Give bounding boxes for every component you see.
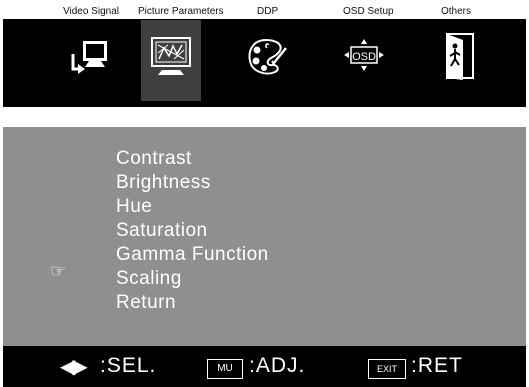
menu-item-return[interactable]: Return bbox=[116, 291, 269, 315]
tab-label-osd-setup[interactable]: OSD Setup bbox=[343, 6, 394, 17]
return-hint-label: :RET bbox=[411, 354, 463, 377]
menu-panel: ☞ Contrast Brightness Hue Saturation Gam… bbox=[3, 127, 526, 346]
tab-ddp[interactable] bbox=[237, 20, 297, 101]
tab-labels: Video Signal Picture Parameters DDP OSD … bbox=[0, 0, 529, 20]
tab-video-signal[interactable] bbox=[60, 20, 120, 101]
icon-bar: OSD bbox=[3, 19, 526, 107]
pointer-hand-icon: ☞ bbox=[50, 261, 67, 281]
footer-bar: ◀▶ :SEL. MU :ADJ. EXIT :RET bbox=[3, 346, 526, 387]
menu-item-hue[interactable]: Hue bbox=[116, 195, 269, 219]
left-right-arrows-icon: ◀▶ bbox=[60, 356, 88, 378]
select-hint-label: :SEL. bbox=[100, 354, 157, 377]
tab-picture-parameters[interactable] bbox=[141, 20, 201, 101]
menu-item-gamma-function[interactable]: Gamma Function bbox=[116, 243, 269, 267]
osd-icon: OSD bbox=[344, 39, 384, 71]
tab-others[interactable] bbox=[428, 20, 488, 101]
tab-label-video-signal[interactable]: Video Signal bbox=[63, 6, 119, 17]
menu-key-icon: MU bbox=[207, 359, 243, 379]
picture-icon bbox=[151, 37, 191, 75]
exit-door-icon bbox=[446, 33, 474, 80]
tab-osd-setup[interactable]: OSD bbox=[333, 20, 393, 101]
exit-key-icon: EXIT bbox=[368, 359, 406, 379]
palette-icon bbox=[248, 38, 287, 75]
adjust-hint-label: :ADJ. bbox=[249, 354, 306, 377]
menu-item-scaling[interactable]: Scaling bbox=[116, 267, 269, 291]
osd-icon-text: OSD bbox=[352, 51, 376, 63]
tab-label-picture-parameters[interactable]: Picture Parameters bbox=[138, 6, 224, 17]
menu-item-contrast[interactable]: Contrast bbox=[116, 147, 269, 171]
tab-label-others[interactable]: Others bbox=[441, 6, 471, 17]
tab-label-ddp[interactable]: DDP bbox=[257, 6, 278, 17]
menu-item-saturation[interactable]: Saturation bbox=[116, 219, 269, 243]
input-signal-icon bbox=[71, 41, 107, 74]
menu-item-brightness[interactable]: Brightness bbox=[116, 171, 269, 195]
menu-list: Contrast Brightness Hue Saturation Gamma… bbox=[116, 147, 269, 315]
